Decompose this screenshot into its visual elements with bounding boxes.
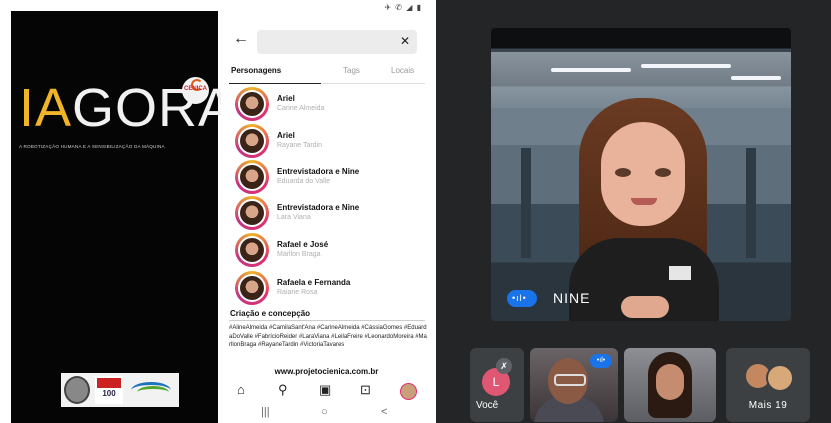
- list-item[interactable]: Ariel Carine Almeida: [235, 87, 425, 123]
- main-video-tile[interactable]: •ıl• NINE: [491, 28, 791, 321]
- logo-number: 100: [102, 389, 116, 398]
- tab-locais[interactable]: Locais: [391, 66, 414, 75]
- university-seal-icon: [64, 376, 90, 404]
- ceiling-light: [551, 68, 631, 72]
- story-avatar: [235, 124, 269, 158]
- logo-accent: IA: [19, 78, 73, 138]
- item-title: Ariel: [277, 94, 295, 103]
- avatar-face: [601, 122, 685, 226]
- item-title: Rafaela e Fernanda: [277, 278, 351, 287]
- tab-tags[interactable]: Tags: [343, 66, 360, 75]
- background-pillar: [746, 148, 756, 258]
- logo-rest: GORA: [72, 78, 236, 138]
- avatar-eye: [655, 168, 671, 177]
- more-participants-label: Mais 19: [748, 400, 788, 411]
- list-item[interactable]: Entrevistadora e Nine Lara Viana: [235, 196, 425, 232]
- sponsor-logos: 100: [61, 373, 179, 407]
- background-pillar: [521, 148, 531, 258]
- search-icon[interactable]: ⚲: [278, 382, 288, 398]
- list-item[interactable]: Rafael e José Marllon Braga: [235, 233, 425, 269]
- list-item[interactable]: Rafaela e Fernanda Raiane Rosa: [235, 271, 425, 307]
- avatar-initial: L: [492, 375, 500, 389]
- avatar-photo: [240, 129, 264, 153]
- speaking-indicator-icon: •ıl•: [507, 290, 537, 307]
- avatar-photo: [240, 201, 264, 225]
- list-item[interactable]: Ariel Rayane Tardin: [235, 124, 425, 160]
- item-subtitle: Eduarda do Valle: [277, 178, 331, 185]
- website-link[interactable]: www.projetocienica.com.br: [221, 367, 432, 376]
- item-title: Entrevistadora e Nine: [277, 203, 360, 212]
- participant-name: Você: [476, 400, 499, 411]
- shop-icon[interactable]: ⊡: [360, 382, 371, 398]
- back-chevron-icon[interactable]: <: [381, 406, 387, 418]
- avatar-photo: [240, 238, 264, 262]
- credits-divider: [229, 320, 425, 321]
- glasses-icon: [554, 374, 586, 386]
- system-nav-bar: ||| ○ <: [221, 405, 432, 423]
- university-100-logo-icon: 100: [95, 376, 123, 404]
- search-tabs: Personagens Tags Locais: [221, 66, 432, 82]
- clear-search-icon[interactable]: ✕: [400, 34, 410, 48]
- mic-muted-icon: ✗: [496, 358, 512, 374]
- list-item[interactable]: Entrevistadora e Nine Eduarda do Valle: [235, 160, 425, 196]
- tab-personagens[interactable]: Personagens: [231, 66, 281, 75]
- story-avatar: [235, 160, 269, 194]
- cenica-badge-icon: CENICA: [182, 77, 209, 104]
- avatar-hands: [621, 296, 669, 318]
- institute-wave-logo-icon: [129, 378, 175, 402]
- avatar-photo: [240, 276, 264, 300]
- avatar-name-tag: [669, 266, 691, 280]
- video-call-panel: •ıl• NINE L ✗ Você •ıl• Mais 19: [436, 0, 831, 423]
- back-arrow-icon[interactable]: ←: [233, 30, 249, 48]
- search-input[interactable]: ✕: [257, 30, 417, 54]
- participant-face: [656, 364, 684, 400]
- poster-tagline: A ROBOTIZAÇÃO HUMANA E A SENSIBILIZAÇÃO …: [19, 144, 165, 149]
- item-title: Ariel: [277, 131, 295, 140]
- item-subtitle: Marllon Braga: [277, 251, 321, 258]
- ceiling-light: [641, 64, 731, 68]
- avatar-photo: [240, 92, 264, 116]
- participant-tile[interactable]: •ıl•: [530, 348, 618, 422]
- profile-avatar[interactable]: [400, 383, 417, 400]
- bottom-nav: ⌂ ⚲ ▣ ⊡: [221, 377, 432, 403]
- instagram-search-screen: ✈ ✆ ◢ ▮ ← ✕ Personagens Tags Locais Arie…: [221, 0, 432, 423]
- active-tab-indicator: [229, 83, 321, 84]
- logo-red-block: [97, 378, 121, 388]
- participant-tile[interactable]: [624, 348, 716, 422]
- home-circle-icon[interactable]: ○: [321, 406, 328, 418]
- status-bar-icons: ✈ ✆ ◢ ▮: [384, 3, 422, 12]
- credits-hashtags[interactable]: #AlineAlmeida #CamilaSant'Ana #CarineAlm…: [229, 324, 427, 350]
- main-speaker-name: NINE: [553, 290, 591, 306]
- item-title: Rafael e José: [277, 240, 329, 249]
- participant-tile-self[interactable]: L ✗ Você: [470, 348, 524, 422]
- avatar-photo: [240, 165, 264, 189]
- speaking-indicator-icon: •ıl•: [590, 354, 612, 368]
- tab-divider: [321, 83, 425, 84]
- reels-icon[interactable]: ▣: [319, 382, 331, 398]
- item-subtitle: Raiane Rosa: [277, 289, 318, 296]
- home-icon[interactable]: ⌂: [237, 382, 245, 397]
- nine-avatar-character: [569, 98, 719, 321]
- more-participants-tile[interactable]: Mais 19: [726, 348, 810, 422]
- item-title: Entrevistadora e Nine: [277, 167, 360, 176]
- story-avatar: [235, 87, 269, 121]
- logo-arc-green: [137, 386, 169, 399]
- story-avatar: [235, 196, 269, 230]
- item-subtitle: Lara Viana: [277, 214, 311, 221]
- speaking-indicator-glyph: •ıl•: [512, 293, 527, 303]
- item-subtitle: Carine Almeida: [277, 105, 325, 112]
- avatar-mouth: [631, 198, 657, 205]
- credits-heading: Criação e concepção: [230, 309, 311, 318]
- story-avatar: [235, 271, 269, 305]
- recent-apps-icon[interactable]: |||: [261, 406, 270, 418]
- poster-panel: IAGORA CENICA A ROBOTIZAÇÃO HUMANA E A S…: [11, 11, 234, 423]
- participant-mini-avatar: [766, 364, 794, 392]
- story-avatar: [235, 233, 269, 267]
- avatar-eye: [615, 168, 631, 177]
- ceiling-light: [731, 76, 781, 80]
- badge-text: CENICA: [183, 86, 207, 92]
- item-subtitle: Rayane Tardin: [277, 142, 323, 149]
